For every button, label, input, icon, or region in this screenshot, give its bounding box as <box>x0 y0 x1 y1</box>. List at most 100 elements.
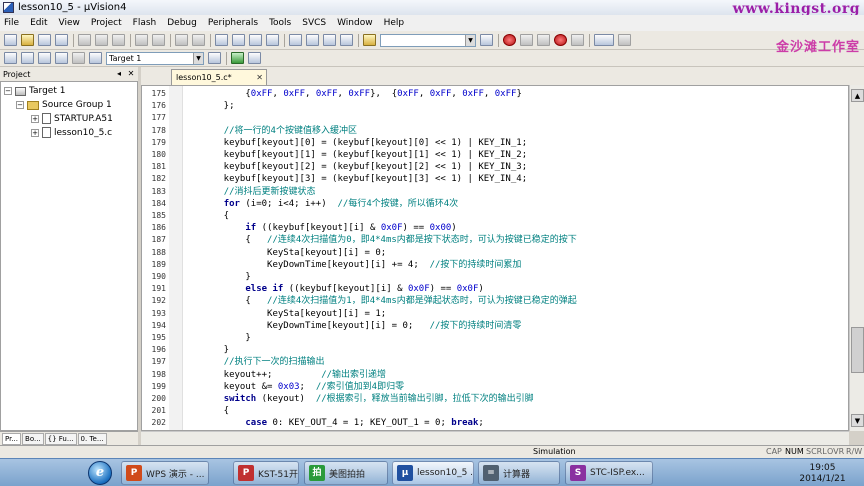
code-line[interactable]: 187 { //连续4次扫描值为0，即4*4ms内都是按下状态时，可认为按键已稳… <box>142 234 848 246</box>
tab-project[interactable]: Pr... <box>2 432 22 445</box>
window-layout-icon[interactable] <box>594 34 614 46</box>
nav-back-icon[interactable] <box>175 34 188 46</box>
bookmark-icon[interactable] <box>215 34 228 46</box>
kill-breakpoints-icon[interactable] <box>554 34 567 46</box>
code-line[interactable]: 191 else if ((keybuf[keyout][i] & 0x0F) … <box>142 283 848 295</box>
code-line[interactable]: 188 KeySta[keyout][i] = 0; <box>142 247 848 259</box>
code-line[interactable]: 196 } <box>142 344 848 356</box>
code-line[interactable]: 178 //将一行的4个按键值移入缓冲区 <box>142 125 848 137</box>
prev-bookmark-icon[interactable] <box>232 34 245 46</box>
chevron-down-icon[interactable]: ▼ <box>465 34 475 46</box>
pin-icon[interactable]: ◂ <box>114 69 124 78</box>
code-line[interactable]: 190 } <box>142 271 848 283</box>
code-line[interactable]: 197 //执行下一次的扫描输出 <box>142 356 848 368</box>
collapse-icon[interactable]: − <box>4 87 12 95</box>
code-line[interactable]: 175 {0xFF, 0xFF, 0xFF, 0xFF}, {0xFF, 0xF… <box>142 88 848 100</box>
menu-view[interactable]: View <box>59 18 80 28</box>
menu-edit[interactable]: Edit <box>30 18 47 28</box>
horizontal-scrollbar[interactable] <box>141 431 849 445</box>
taskbar-item[interactable]: = 计算器 <box>478 461 560 485</box>
code-line[interactable]: 195 } <box>142 332 848 344</box>
code-line[interactable]: 185 { <box>142 210 848 222</box>
debug-session-icon[interactable] <box>503 34 516 46</box>
expand-icon[interactable]: + <box>31 128 39 137</box>
build-icon[interactable] <box>21 52 34 64</box>
scroll-down-icon[interactable]: ▼ <box>851 414 864 427</box>
menu-window[interactable]: Window <box>337 18 373 28</box>
tray-clock[interactable]: 19:05 2014/1/21 <box>795 463 850 485</box>
comment-icon[interactable] <box>323 34 336 46</box>
unindent-icon[interactable] <box>306 34 319 46</box>
next-bookmark-icon[interactable] <box>249 34 262 46</box>
download-icon[interactable] <box>89 52 102 64</box>
cut-icon[interactable] <box>78 34 91 46</box>
copy-icon[interactable] <box>95 34 108 46</box>
taskbar-item[interactable]: P WPS 演示 - ... <box>121 461 209 485</box>
enable-breakpoints-icon[interactable] <box>571 34 584 46</box>
vertical-scrollbar[interactable]: ▲ ▼ <box>849 85 864 431</box>
breakpoint-icon[interactable] <box>520 34 533 46</box>
code-line[interactable]: 200 switch (keyout) //根据索引，释放当前输出引脚，拉低下次… <box>142 393 848 405</box>
disable-breakpoint-icon[interactable] <box>537 34 550 46</box>
tree-target[interactable]: − Target 1 <box>4 86 65 96</box>
code-line[interactable]: 176 }; <box>142 100 848 112</box>
new-file-icon[interactable] <box>4 34 17 46</box>
translate-icon[interactable] <box>4 52 17 64</box>
menu-help[interactable]: Help <box>384 18 405 28</box>
code-line[interactable]: 186 if ((keybuf[keyout][i] & 0x0F) == 0x… <box>142 222 848 234</box>
manage-books-icon[interactable] <box>248 52 261 64</box>
undo-icon[interactable] <box>135 34 148 46</box>
code-line[interactable]: 182 keybuf[keyout][3] = (keybuf[keyout][… <box>142 173 848 185</box>
chevron-down-icon[interactable]: ▼ <box>193 52 203 64</box>
code-line[interactable]: 192 { //连续4次扫描值为1，即4*4ms内都是弹起状态时，可认为按键已稳… <box>142 295 848 307</box>
stop-build-icon[interactable] <box>72 52 85 64</box>
code-line[interactable]: 183 //消抖后更新按键状态 <box>142 186 848 198</box>
code-line[interactable]: 201 { <box>142 405 848 417</box>
paste-icon[interactable] <box>112 34 125 46</box>
open-folder-icon[interactable] <box>21 34 34 46</box>
uncomment-icon[interactable] <box>340 34 353 46</box>
collapse-icon[interactable]: − <box>16 101 24 109</box>
taskbar-item[interactable]: S STC-ISP.ex... <box>565 461 653 485</box>
code-line[interactable]: 199 keyout &= 0x03; //索引值加到4即归零 <box>142 381 848 393</box>
clear-bookmarks-icon[interactable] <box>266 34 279 46</box>
indent-icon[interactable] <box>289 34 302 46</box>
tab-lesson10-5[interactable]: lesson10_5.c* ✕ <box>171 69 267 85</box>
code-line[interactable]: 194 KeyDownTime[keyout][i] = 0; //按下的持续时… <box>142 320 848 332</box>
find-icon[interactable] <box>480 34 493 46</box>
menu-svcs[interactable]: SVCS <box>302 18 326 28</box>
tree-file-startup[interactable]: + STARTUP.A51 <box>31 113 113 124</box>
code-line[interactable]: 177 <box>142 112 848 124</box>
start-button[interactable]: e <box>88 461 112 485</box>
save-all-icon[interactable] <box>55 34 68 46</box>
code-line[interactable]: 189 KeyDownTime[keyout][i] += 4; //按下的持续… <box>142 259 848 271</box>
find-combo[interactable]: ▼ <box>380 33 476 47</box>
nav-forward-icon[interactable] <box>192 34 205 46</box>
configure-icon[interactable] <box>618 34 631 46</box>
scroll-up-icon[interactable]: ▲ <box>851 89 864 102</box>
close-icon[interactable]: ✕ <box>256 73 263 82</box>
taskbar-item[interactable]: P KST-51开发... <box>233 461 299 485</box>
code-editor[interactable]: 175 {0xFF, 0xFF, 0xFF, 0xFF}, {0xFF, 0xF… <box>141 85 849 431</box>
expand-icon[interactable]: + <box>31 114 39 123</box>
batch-build-icon[interactable] <box>55 52 68 64</box>
tab-templates[interactable]: 0. Te... <box>77 432 107 445</box>
menu-peripherals[interactable]: Peripherals <box>208 18 258 28</box>
code-line[interactable]: 184 for (i=0; i<4; i++) //每行4个按键，所以循环4次 <box>142 198 848 210</box>
rebuild-icon[interactable] <box>38 52 51 64</box>
code-line[interactable]: 198 keyout++; //输出索引递增 <box>142 369 848 381</box>
code-line[interactable]: 193 KeySta[keyout][i] = 1; <box>142 308 848 320</box>
taskbar-item[interactable]: 拍美图拍拍 <box>304 461 388 485</box>
code-line[interactable]: 202 case 0: KEY_OUT_4 = 1; KEY_OUT_1 = 0… <box>142 417 848 429</box>
menu-file[interactable]: File <box>4 18 19 28</box>
code-line[interactable]: 181 keybuf[keyout][2] = (keybuf[keyout][… <box>142 161 848 173</box>
menu-tools[interactable]: Tools <box>269 18 291 28</box>
tree-file-lesson[interactable]: + lesson10_5.c <box>31 127 112 138</box>
taskbar-item[interactable]: μ lesson10_5 ... <box>392 461 474 485</box>
target-select[interactable]: Target 1 ▼ <box>106 51 204 65</box>
close-icon[interactable]: ✕ <box>126 69 136 78</box>
tree-source-group[interactable]: − Source Group 1 <box>16 100 112 110</box>
menu-flash[interactable]: Flash <box>133 18 157 28</box>
target-options-icon[interactable] <box>208 52 221 64</box>
code-line[interactable]: 180 keybuf[keyout][1] = (keybuf[keyout][… <box>142 149 848 161</box>
